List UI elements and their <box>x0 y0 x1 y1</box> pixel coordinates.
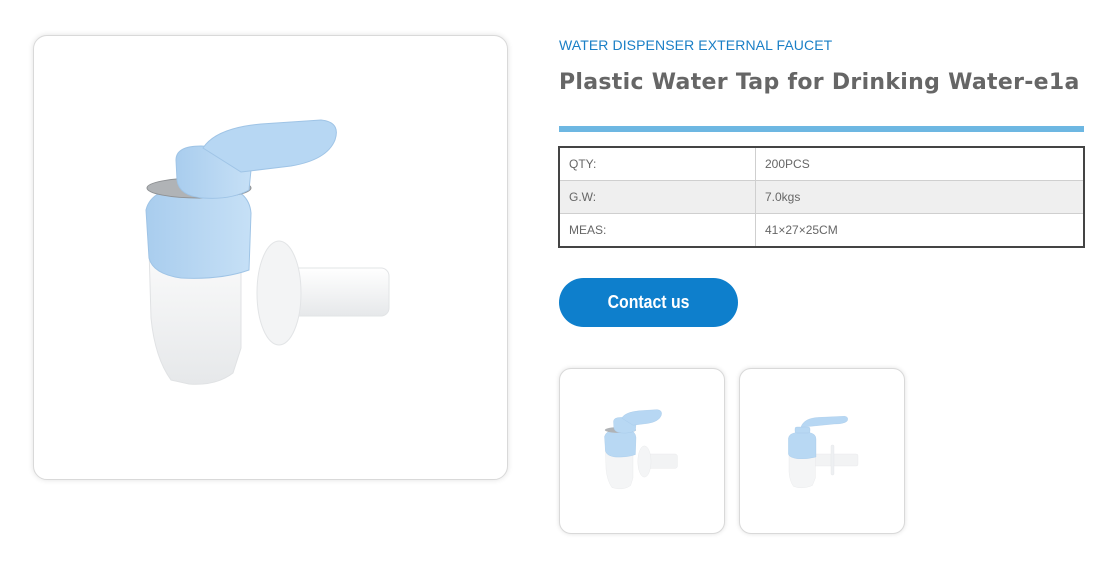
spec-label: G.W: <box>559 180 756 214</box>
table-row: MEAS: 41×27×25CM <box>559 213 1084 247</box>
contact-us-button[interactable]: Contact us <box>559 278 738 327</box>
faucet-side-thumbnail <box>788 416 859 488</box>
spec-value: 41×27×25CM <box>755 213 1084 247</box>
product-title: Plastic Water Tap for Drinking Water-e1a <box>559 70 1080 95</box>
main-product-image <box>33 35 508 480</box>
spec-label: MEAS: <box>559 213 756 247</box>
spec-value: 200PCS <box>755 147 1084 181</box>
table-row: QTY: 200PCS <box>559 147 1084 181</box>
title-divider <box>559 126 1084 132</box>
thumbnail-2[interactable] <box>739 368 905 534</box>
product-category[interactable]: WATER DISPENSER EXTERNAL FAUCET <box>559 37 832 53</box>
spec-label: QTY: <box>559 147 756 181</box>
faucet-main-image <box>144 118 389 385</box>
faucet-angle-1-thumbnail <box>604 409 678 490</box>
spec-value: 7.0kgs <box>755 180 1084 214</box>
table-row: G.W: 7.0kgs <box>559 180 1084 214</box>
contact-us-label: Contact us <box>607 292 690 312</box>
spec-table: QTY: 200PCS G.W: 7.0kgs MEAS: 41×27×25CM <box>558 146 1085 248</box>
thumbnail-1[interactable] <box>559 368 725 534</box>
